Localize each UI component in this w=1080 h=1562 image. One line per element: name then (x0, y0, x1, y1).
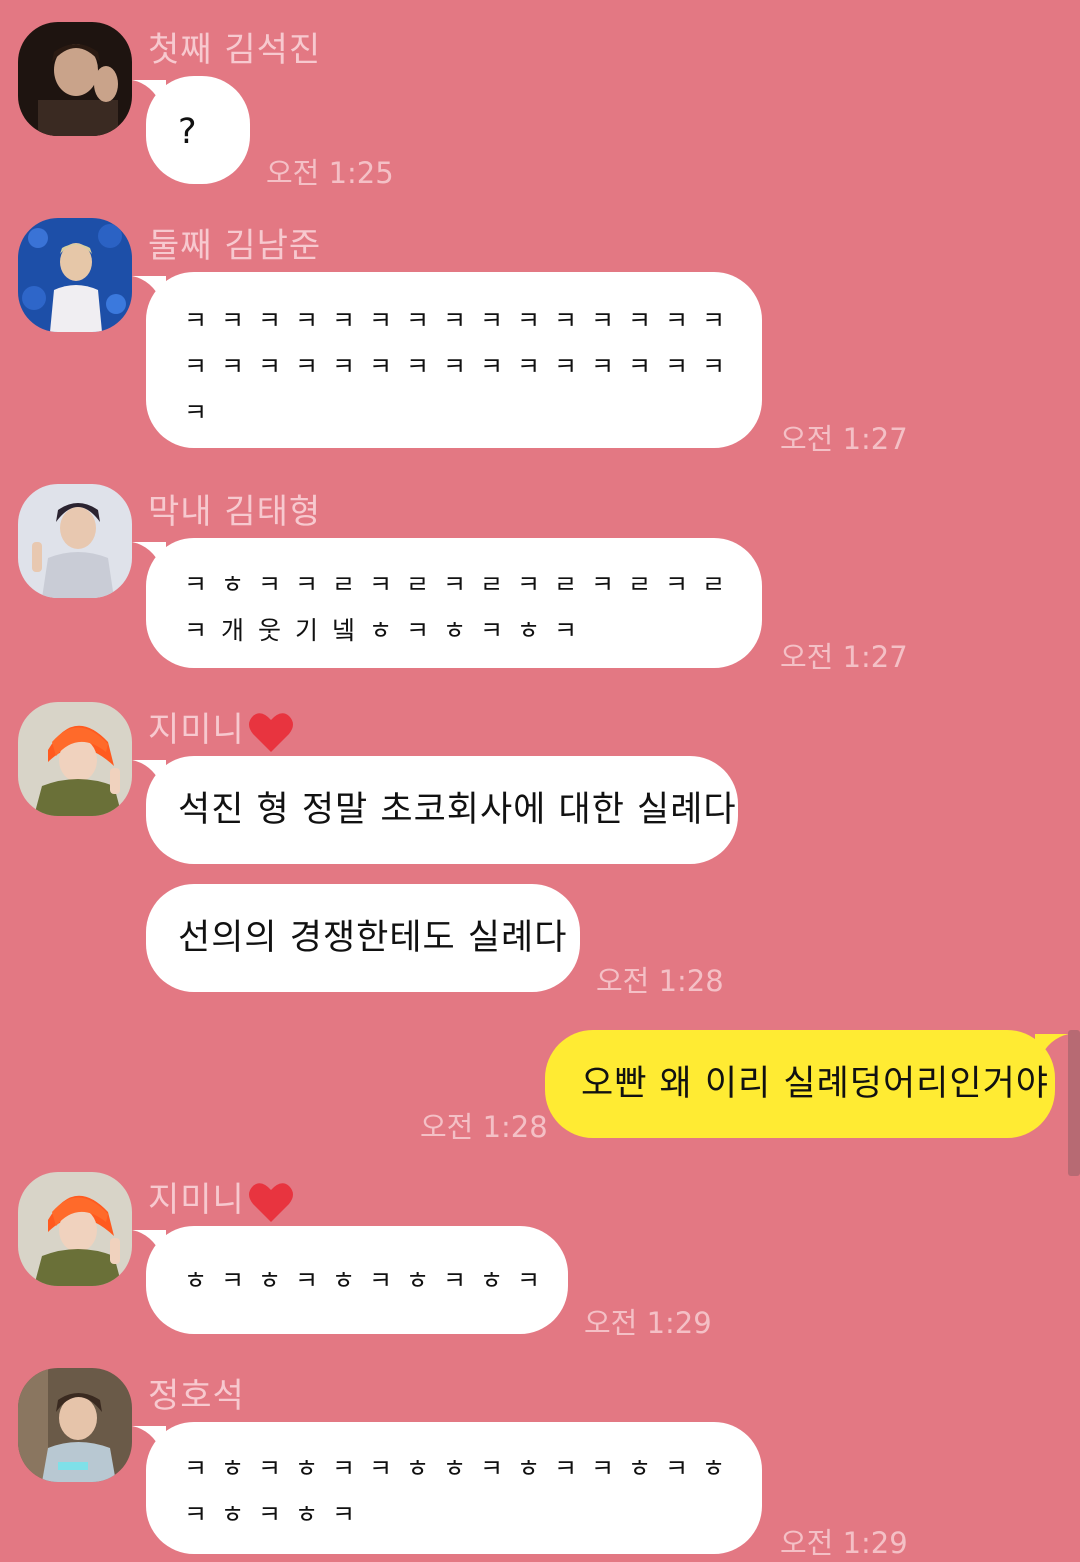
message-text: ㅎㅋㅎㅋㅎㅋㅎㅋㅎㅋ (184, 1266, 555, 1295)
my-message-bubble[interactable]: 오빤 왜 이리 실례덩어리인거야 (545, 1030, 1069, 1138)
message-text: ? (178, 112, 198, 152)
message-bubble[interactable]: 석진 형 정말 초코회사에 대한 실례다 (132, 756, 738, 864)
timestamp: 오전 1:29 (780, 1526, 908, 1560)
sender-name: 첫째 김석진 (148, 30, 322, 70)
bubble-tail-icon (132, 1426, 166, 1456)
message-text: ㅋㅋㅋㅋㅋㅋㅋㅋㅋㅋㅋㅋㅋㅋㅋ ㅋㅋㅋㅋㅋㅋㅋㅋㅋㅋㅋㅋㅋㅋㅋ ㅋ (184, 306, 740, 427)
scrollbar[interactable] (1068, 1030, 1080, 1176)
timestamp: 오전 1:28 (420, 1110, 548, 1144)
message-text: 선의의 경쟁한테도 실례다 (178, 918, 568, 958)
message-text: 석진 형 정말 초코회사에 대한 실례다 (178, 790, 737, 830)
sender-name: 정호석 (148, 1376, 245, 1416)
avatar-rm[interactable] (18, 218, 132, 332)
avatar-jimin[interactable] (18, 702, 132, 816)
message-bubble[interactable]: ? (132, 76, 250, 184)
bubble-tail-icon (132, 1230, 166, 1260)
timestamp: 오전 1:29 (584, 1306, 712, 1340)
avatar-v[interactable] (18, 484, 132, 598)
bubble-tail-icon (1035, 1034, 1069, 1064)
sender-name: 둘째 김남준 (148, 226, 322, 266)
message-bubble[interactable]: ㅋㅎㅋㅎㅋㅋㅎㅎㅋㅎㅋㅋㅎㅋㅎ ㅋㅎㅋㅎㅋ (132, 1422, 762, 1554)
bubble-tail-icon (132, 80, 166, 110)
message-bubble[interactable]: 선의의 경쟁한테도 실례다 (146, 884, 580, 992)
message-bubble[interactable]: ㅋㅋㅋㅋㅋㅋㅋㅋㅋㅋㅋㅋㅋㅋㅋ ㅋㅋㅋㅋㅋㅋㅋㅋㅋㅋㅋㅋㅋㅋㅋ ㅋ (132, 272, 762, 448)
message-text: ㅋㅎㅋㅋㄹㅋㄹㅋㄹㅋㄹㅋㄹㅋㄹ ㅋ개웃기넼ㅎㅋㅎㅋㅎㅋ (184, 570, 740, 645)
bubble-tail-icon (132, 542, 166, 572)
timestamp: 오전 1:27 (780, 422, 908, 456)
message-bubble[interactable]: ㅎㅋㅎㅋㅎㅋㅎㅋㅎㅋ (132, 1226, 568, 1334)
sender-name: 지미니 (148, 1172, 295, 1224)
avatar-jhope[interactable] (18, 1368, 132, 1482)
sender-name: 막내 김태형 (148, 492, 322, 532)
sender-name-text: 지미니 (148, 1180, 245, 1220)
timestamp: 오전 1:28 (596, 964, 724, 998)
avatar-jin[interactable] (18, 22, 132, 136)
bubble-tail-icon (132, 276, 166, 306)
heart-icon (248, 1182, 293, 1222)
message-text: ㅋㅎㅋㅎㅋㅋㅎㅎㅋㅎㅋㅋㅎㅋㅎ ㅋㅎㅋㅎㅋ (184, 1454, 740, 1529)
avatar-jimin[interactable] (18, 1172, 132, 1286)
sender-name: 지미니 (148, 702, 295, 754)
bubble-tail-icon (132, 760, 166, 790)
heart-icon (248, 712, 293, 752)
message-text: 오빤 왜 이리 실례덩어리인거야 (581, 1064, 1049, 1104)
message-bubble[interactable]: ㅋㅎㅋㅋㄹㅋㄹㅋㄹㅋㄹㅋㄹㅋㄹ ㅋ개웃기넼ㅎㅋㅎㅋㅎㅋ (132, 538, 762, 668)
timestamp: 오전 1:27 (780, 640, 908, 674)
sender-name-text: 지미니 (148, 710, 245, 750)
timestamp: 오전 1:25 (266, 156, 394, 190)
